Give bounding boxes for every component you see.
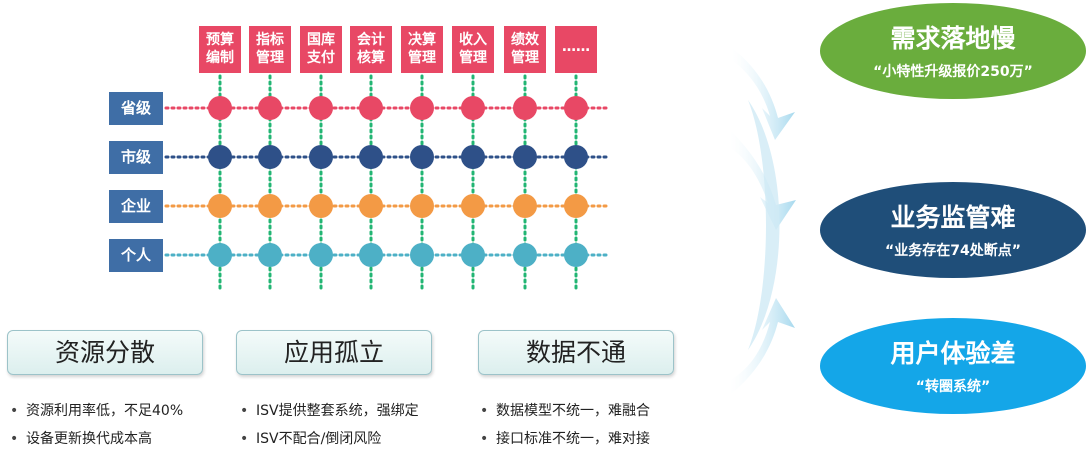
- column-header-line: 决算: [408, 32, 436, 48]
- column-header-line: 支付: [307, 50, 335, 66]
- bullet-dot-icon: •: [480, 431, 489, 447]
- grid-node: [359, 96, 383, 120]
- problem-bullet-text: ISV不配合/倒闭风险: [256, 431, 382, 447]
- bullet-dot-icon: •: [10, 431, 19, 447]
- column-header: 指标 管理: [249, 26, 291, 73]
- grid-node: [208, 96, 232, 120]
- column-header-line: 管理: [408, 50, 436, 66]
- bullet-dot-icon: •: [240, 403, 249, 419]
- column-header-line: 核算: [357, 50, 385, 66]
- grid-node: [513, 243, 537, 267]
- grid-node: [461, 145, 485, 169]
- column-header-line: 管理: [256, 50, 284, 66]
- column-header-line: 管理: [459, 50, 487, 66]
- grid-node: [258, 96, 282, 120]
- grid-node: [309, 96, 333, 120]
- column-header-line: 国库: [307, 32, 335, 48]
- grid-node: [410, 194, 434, 218]
- problem-title-box: 数据不通: [478, 330, 674, 375]
- problem-bullet: • 资源利用率低，不足40%: [10, 400, 183, 428]
- grid-node: [564, 96, 588, 120]
- grid-node: [410, 145, 434, 169]
- column-header-line: 绩效: [511, 32, 539, 48]
- column-header: 收入 管理: [452, 26, 494, 73]
- problem-title-box: 资源分散: [7, 330, 203, 375]
- problem-bullet-list: • 资源利用率低，不足40% • 设备更新换代成本高: [10, 400, 183, 456]
- grid-node: [564, 145, 588, 169]
- problem-bullet-text: ISV提供整套系统，强绑定: [256, 403, 419, 419]
- grid-node: [309, 145, 333, 169]
- outcome-title: 业务监管难: [890, 203, 1016, 232]
- problem-bullet: • 设备更新换代成本高: [10, 428, 183, 456]
- column-header: 绩效 管理: [504, 26, 546, 73]
- problem-bullet-list: • 数据模型不统一，难融合 • 接口标准不统一，难对接: [480, 400, 650, 456]
- column-header-line: 编制: [206, 50, 234, 66]
- grid-node: [564, 194, 588, 218]
- grid-node: [258, 243, 282, 267]
- problem-bullet-text: 接口标准不统一，难对接: [496, 431, 650, 447]
- problem-title: 数据不通: [525, 338, 626, 367]
- column-header-line: 预算: [206, 32, 234, 48]
- problem-title: 资源分散: [54, 338, 155, 367]
- grid-node: [461, 194, 485, 218]
- outcome-quote: “业务存在74处断点”: [885, 243, 1021, 259]
- grid-node: [309, 243, 333, 267]
- grid-node: [208, 243, 232, 267]
- column-header: 会计 核算: [350, 26, 392, 73]
- problem-bullet: • ISV不配合/倒闭风险: [240, 428, 419, 456]
- column-header: 预算 编制: [199, 26, 241, 73]
- column-header: 国库 支付: [300, 26, 342, 73]
- outcome-ellipse: 需求落地慢 “小特性升级报价250万”: [820, 3, 1086, 99]
- column-header: ……: [555, 26, 597, 73]
- arrow-top: [732, 48, 795, 140]
- row-label: 省级: [109, 92, 163, 125]
- problem-bullet: • 数据模型不统一，难融合: [480, 400, 650, 428]
- outcome-quote: “转圈系统”: [915, 379, 991, 395]
- problem-bullet: • 接口标准不统一，难对接: [480, 428, 650, 456]
- grid-node: [410, 96, 434, 120]
- grid-node: [359, 145, 383, 169]
- grid-node: [461, 243, 485, 267]
- grid-node: [208, 194, 232, 218]
- column-header: 决算 管理: [401, 26, 443, 73]
- grid-node: [513, 96, 537, 120]
- bullet-dot-icon: •: [10, 403, 19, 419]
- grid-node: [513, 145, 537, 169]
- row-label: 个人: [109, 239, 163, 272]
- grid-node: [410, 243, 434, 267]
- problem-bullet-text: 设备更新换代成本高: [26, 431, 152, 447]
- outcome-quote: “小特性升级报价250万”: [873, 64, 1033, 80]
- grid-node: [258, 194, 282, 218]
- grid-node: [513, 194, 537, 218]
- grid-node: [564, 243, 588, 267]
- column-header-line: ……: [562, 39, 590, 55]
- grid-node: [461, 96, 485, 120]
- column-header-line: 收入: [459, 32, 487, 48]
- outcome-ellipse: 业务监管难 “业务存在74处断点”: [820, 182, 1086, 278]
- grid-node: [359, 194, 383, 218]
- problem-bullet-text: 数据模型不统一，难融合: [496, 403, 650, 419]
- row-label: 市级: [109, 141, 163, 174]
- column-header-line: 指标: [256, 32, 284, 48]
- problem-bullet-list: • ISV提供整套系统，强绑定 • ISV不配合/倒闭风险: [240, 400, 419, 456]
- grid-node: [208, 145, 232, 169]
- problem-title-box: 应用孤立: [236, 330, 432, 375]
- outcome-title: 需求落地慢: [890, 24, 1016, 53]
- bullet-dot-icon: •: [240, 431, 249, 447]
- column-header-line: 会计: [357, 32, 385, 48]
- problem-title: 应用孤立: [283, 338, 384, 367]
- row-label: 企业: [109, 190, 163, 223]
- outcome-title: 用户体验差: [890, 339, 1016, 368]
- grid-node: [258, 145, 282, 169]
- column-header-line: 管理: [511, 50, 539, 66]
- problem-bullet-text: 资源利用率低，不足40%: [26, 403, 184, 419]
- grid-node: [359, 243, 383, 267]
- grid-node: [309, 194, 333, 218]
- problem-bullet: • ISV提供整套系统，强绑定: [240, 400, 419, 428]
- bullet-dot-icon: •: [480, 403, 489, 419]
- outcome-ellipse: 用户体验差 “转圈系统”: [820, 318, 1086, 414]
